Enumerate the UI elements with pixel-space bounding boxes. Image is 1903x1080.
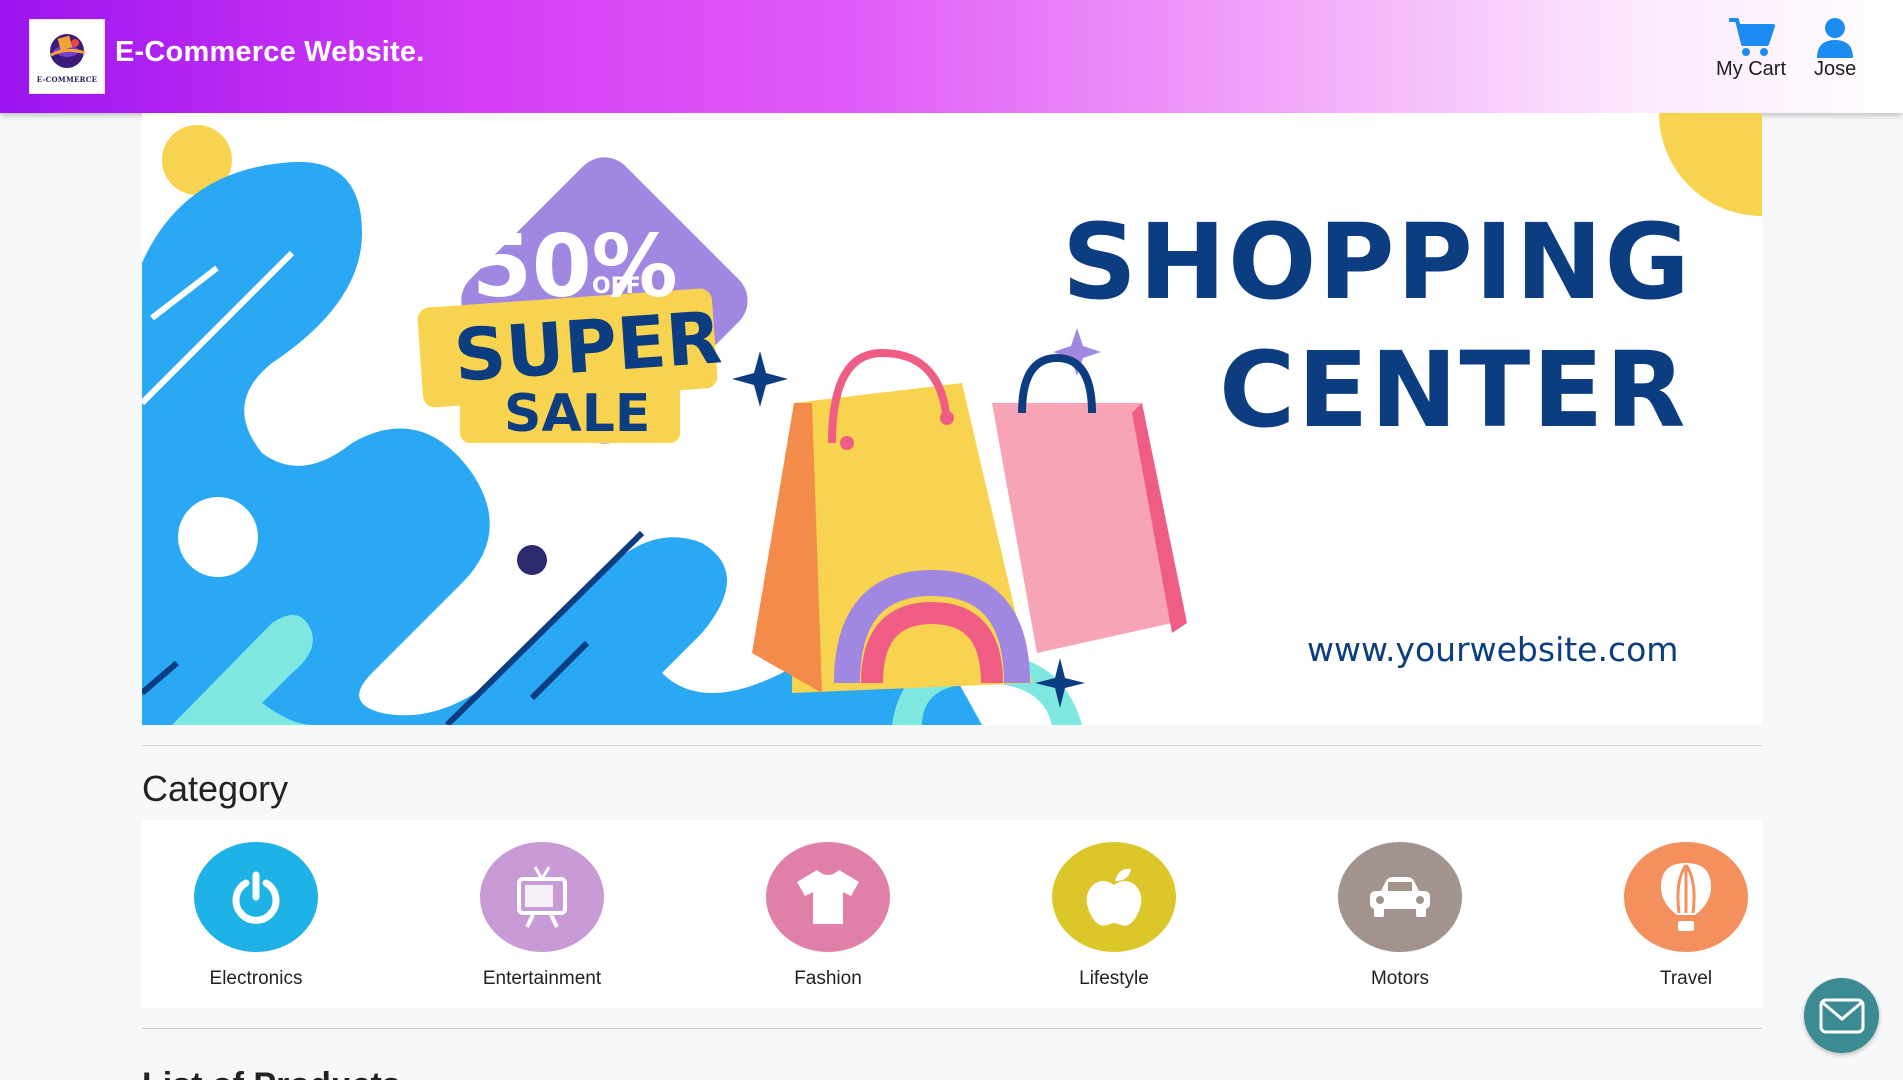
category-list: Electronics Entertainment Fashion Lifest… bbox=[142, 820, 1762, 1008]
category-fashion[interactable]: Fashion bbox=[708, 842, 948, 990]
carousel-next-button[interactable] bbox=[1622, 393, 1682, 453]
category-motors[interactable]: Motors bbox=[1280, 842, 1520, 990]
category-icon-circle bbox=[194, 842, 318, 952]
shopping-sale-banner-image: 50% OFF SUPER SALE SHOPPING CENTER www.y… bbox=[142, 113, 1762, 725]
off-text: OFF bbox=[592, 274, 641, 299]
headline-line1: SHOPPING bbox=[1062, 201, 1692, 323]
power-icon bbox=[232, 871, 280, 924]
category-heading: Category bbox=[142, 768, 289, 809]
tv-icon bbox=[517, 866, 567, 928]
category-entertainment[interactable]: Entertainment bbox=[422, 842, 662, 990]
user-account-button[interactable]: Jose bbox=[1814, 16, 1856, 81]
hero-carousel: 50% OFF SUPER SALE SHOPPING CENTER www.y… bbox=[142, 113, 1762, 725]
category-label: Travel bbox=[1659, 968, 1713, 989]
category-icon-circle bbox=[480, 842, 604, 952]
category-travel[interactable]: Travel bbox=[1566, 842, 1806, 990]
section-divider bbox=[142, 745, 1762, 746]
globe-cart-logo-icon bbox=[50, 34, 86, 68]
category-icon-circle bbox=[1338, 842, 1462, 952]
my-cart-label: My Cart bbox=[1716, 58, 1786, 80]
category-label: Fashion bbox=[794, 968, 862, 989]
user-name-label: Jose bbox=[1814, 58, 1857, 80]
chevron-left-icon bbox=[252, 406, 271, 440]
category-label: Lifestyle bbox=[1079, 968, 1149, 989]
products-heading: List of Products bbox=[142, 1066, 401, 1080]
user-icon bbox=[1817, 18, 1854, 58]
headline-line2: CENTER bbox=[1219, 329, 1687, 451]
chevron-right-icon bbox=[1643, 406, 1662, 440]
tshirt-icon bbox=[797, 870, 859, 924]
car-icon bbox=[1370, 877, 1430, 917]
category-icon-circle bbox=[766, 842, 890, 952]
banner-url: www.yourwebsite.com bbox=[1307, 630, 1678, 669]
category-label: Entertainment bbox=[482, 968, 602, 989]
site-title[interactable]: E-Commerce Website. bbox=[115, 36, 424, 69]
carousel-prev-button[interactable] bbox=[232, 393, 292, 453]
cart-icon bbox=[1729, 18, 1775, 56]
hot-air-balloon-icon bbox=[1661, 863, 1711, 931]
top-navbar: E-COMMERCE E-Commerce Website. My Cart J… bbox=[0, 0, 1903, 113]
apple-icon bbox=[1086, 868, 1142, 926]
category-label: Motors bbox=[1370, 968, 1430, 989]
category-lifestyle[interactable]: Lifestyle bbox=[994, 842, 1234, 990]
category-label: Electronics bbox=[209, 968, 303, 989]
category-icon-circle bbox=[1624, 842, 1748, 952]
category-electronics[interactable]: Electronics bbox=[136, 842, 376, 990]
sale-text: SALE bbox=[504, 384, 650, 444]
section-divider bbox=[142, 1028, 1762, 1029]
envelope-icon bbox=[1819, 998, 1864, 1033]
contact-mail-button[interactable] bbox=[1804, 978, 1879, 1053]
my-cart-button[interactable]: My Cart bbox=[1716, 16, 1786, 81]
category-icon-circle bbox=[1052, 842, 1176, 952]
logo-text: E-COMMERCE bbox=[36, 75, 98, 84]
site-logo[interactable]: E-COMMERCE bbox=[29, 19, 105, 94]
